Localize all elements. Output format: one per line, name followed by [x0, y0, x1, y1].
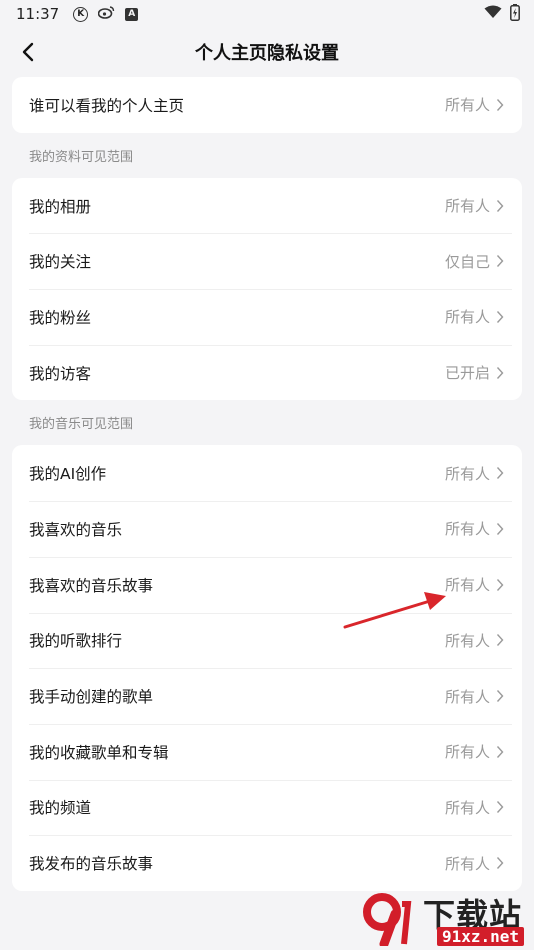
setting-value: 所有人	[444, 576, 490, 595]
status-notification-icons: K A	[73, 5, 139, 23]
setting-label: 我的听歌排行	[29, 632, 123, 651]
setting-label: 我的相册	[29, 197, 92, 216]
back-button[interactable]	[10, 34, 46, 70]
setting-value: 所有人	[444, 308, 490, 327]
setting-value: 已开启	[444, 364, 490, 383]
chevron-right-icon	[496, 522, 504, 535]
setting-row-listening-ranking[interactable]: 我的听歌排行 所有人	[12, 612, 522, 669]
setting-row-ai-creation[interactable]: 我的AI创作 所有人	[12, 445, 522, 501]
section-title-music: 我的音乐可见范围	[29, 417, 134, 433]
watermark-logo-icon	[363, 893, 412, 946]
setting-value: 所有人	[444, 631, 490, 650]
nav-bar: 个人主页隐私设置	[0, 28, 534, 76]
chevron-right-icon	[496, 690, 504, 703]
chevron-right-icon	[496, 634, 504, 647]
k-circle-icon: K	[73, 6, 89, 22]
homepage-card: 谁可以看我的个人主页 所有人	[12, 77, 522, 133]
setting-row-album[interactable]: 我的相册 所有人	[12, 178, 522, 234]
watermark-url: 91xz.net	[436, 927, 524, 946]
section-title-profile: 我的资料可见范围	[29, 149, 134, 165]
setting-value: 所有人	[444, 743, 490, 762]
setting-label: 谁可以看我的个人主页	[29, 96, 185, 115]
setting-label: 我的关注	[29, 253, 92, 272]
setting-row-visitors[interactable]: 我的访客 已开启	[12, 344, 522, 401]
setting-row-collected-playlists[interactable]: 我的收藏歌单和专辑 所有人	[12, 723, 522, 780]
profile-card: 我的相册 所有人 我的关注 仅自己 我的粉丝 所有人 我的访客 已开启	[12, 177, 522, 401]
setting-row-fans[interactable]: 我的粉丝 所有人	[12, 289, 522, 345]
battery-icon	[510, 3, 520, 25]
setting-row-channel[interactable]: 我的频道 所有人	[12, 779, 522, 836]
setting-row-following[interactable]: 我的关注 仅自己	[12, 233, 522, 289]
setting-label: 我的AI创作	[29, 465, 107, 484]
chevron-right-icon	[496, 801, 504, 814]
chevron-right-icon	[496, 578, 504, 591]
weibo-icon	[97, 5, 115, 23]
setting-value: 所有人	[444, 520, 490, 539]
setting-row-liked-stories[interactable]: 我喜欢的音乐故事 所有人	[12, 556, 522, 613]
setting-label: 我的收藏歌单和专辑	[29, 743, 169, 762]
setting-label: 我的访客	[29, 364, 92, 383]
setting-value: 仅自己	[444, 252, 490, 271]
setting-value: 所有人	[444, 687, 490, 706]
setting-row-homepage[interactable]: 谁可以看我的个人主页 所有人	[12, 77, 522, 133]
setting-value: 所有人	[444, 96, 490, 115]
chevron-right-icon	[496, 310, 504, 323]
status-bar: 11:37 K A	[0, 0, 534, 28]
setting-value: 所有人	[444, 464, 490, 483]
page-title: 个人主页隐私设置	[195, 43, 339, 64]
setting-label: 我的频道	[29, 799, 92, 818]
chevron-left-icon	[22, 42, 34, 62]
chevron-right-icon	[496, 366, 504, 379]
setting-value: 所有人	[444, 798, 490, 817]
setting-row-liked-music[interactable]: 我喜欢的音乐 所有人	[12, 501, 522, 557]
status-system-icons	[484, 3, 520, 25]
status-time: 11:37	[16, 5, 60, 23]
chevron-right-icon	[496, 255, 504, 268]
setting-row-published-stories[interactable]: 我发布的音乐故事 所有人	[12, 835, 522, 891]
setting-label: 我喜欢的音乐	[29, 520, 123, 539]
chevron-right-icon	[496, 467, 504, 480]
setting-value: 所有人	[444, 854, 490, 873]
setting-label: 我的粉丝	[29, 308, 92, 327]
wifi-icon	[484, 5, 502, 23]
chevron-right-icon	[496, 199, 504, 212]
a-square-icon: A	[125, 7, 139, 21]
chevron-right-icon	[496, 98, 504, 111]
setting-label: 我喜欢的音乐故事	[29, 576, 154, 595]
chevron-right-icon	[496, 745, 504, 758]
setting-label: 我手动创建的歌单	[29, 688, 154, 707]
setting-value: 所有人	[444, 197, 490, 216]
setting-row-created-playlists[interactable]: 我手动创建的歌单 所有人	[12, 668, 522, 724]
chevron-right-icon	[496, 857, 504, 870]
music-card: 我的AI创作 所有人 我喜欢的音乐 所有人 我喜欢的音乐故事 所有人 我的听歌排…	[12, 445, 522, 891]
watermark: 下载站 91xz.net	[358, 890, 528, 948]
setting-label: 我发布的音乐故事	[29, 855, 154, 874]
